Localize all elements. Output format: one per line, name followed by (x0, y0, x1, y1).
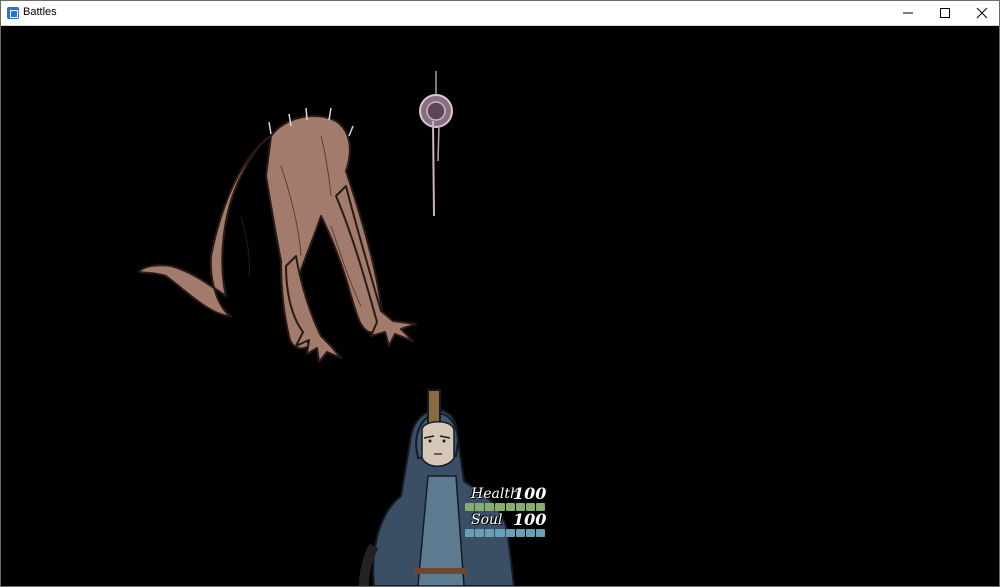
enemy-creature[interactable] (131, 96, 431, 376)
soul-bar-segment (495, 529, 505, 537)
soul-bar-segment (525, 529, 535, 537)
battle-stage[interactable]: Health 100 Soul 100 (1, 26, 999, 586)
soul-bar-segment (515, 529, 525, 537)
health-stat: Health 100 (461, 482, 561, 511)
soul-bar-segment (475, 529, 485, 537)
soul-stat: Soul 100 (461, 508, 561, 537)
floating-orb[interactable] (411, 71, 461, 221)
soul-bar-segment (535, 529, 545, 537)
title-bar[interactable]: Battles (1, 1, 999, 26)
minimize-icon (903, 12, 913, 14)
soul-bar-segment (485, 529, 495, 537)
soul-bar-segment (505, 529, 515, 537)
soul-value: 100 (513, 510, 547, 529)
game-window: Battles Health 100 Soul 100 (0, 0, 1000, 587)
app-icon (7, 7, 19, 19)
close-button[interactable] (959, 1, 1000, 25)
close-icon (976, 7, 988, 19)
maximize-icon (940, 8, 950, 18)
soul-bar-segment (465, 529, 475, 537)
soul-label: Soul (471, 512, 503, 528)
window-title: Battles (23, 6, 57, 18)
health-value: 100 (513, 484, 547, 503)
status-hud: Health 100 Soul 100 (461, 482, 561, 537)
soul-bar (465, 529, 545, 537)
health-label: Health (471, 486, 519, 502)
